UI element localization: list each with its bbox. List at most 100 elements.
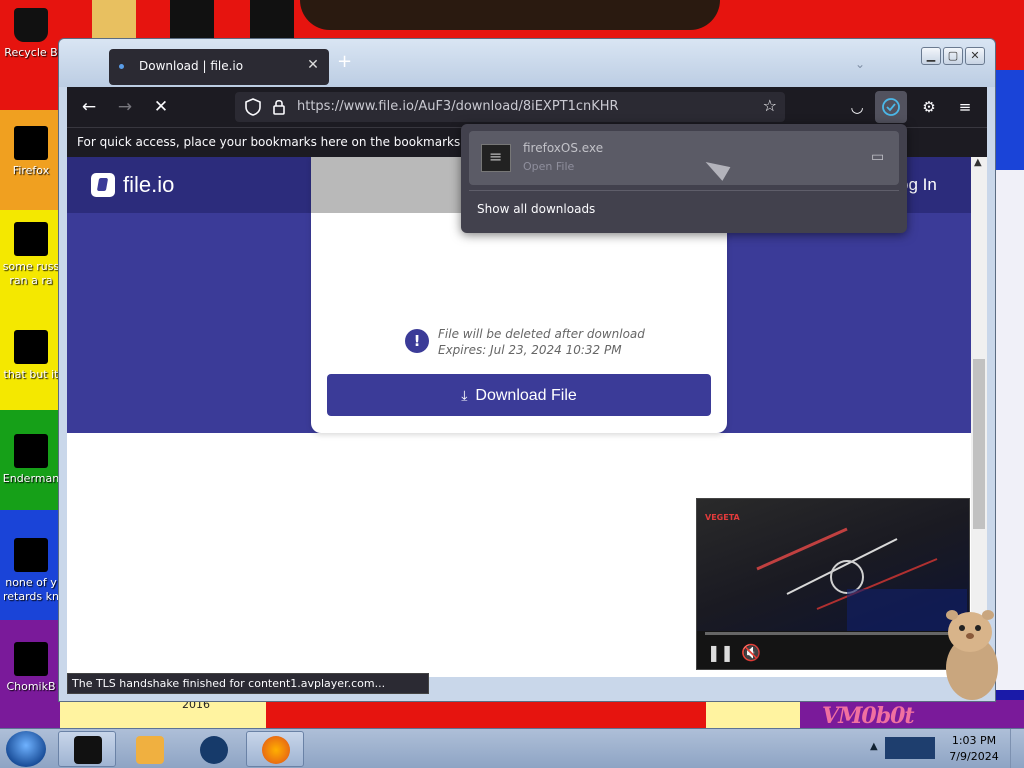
lock-icon[interactable]	[269, 97, 289, 117]
wallpaper-dark-shape	[300, 0, 720, 30]
wallpaper-bottom-red	[266, 700, 706, 728]
file-icon	[14, 330, 48, 364]
downloads-button[interactable]	[875, 91, 907, 123]
desktop-icon-label: Recycle B	[4, 46, 58, 59]
media-player-icon	[136, 736, 164, 764]
app-icon	[74, 736, 102, 764]
desktop-icon-label: Firefox	[12, 164, 50, 177]
taskbar-clock[interactable]: 1:03 PM 7/9/2024	[944, 733, 1004, 765]
show-desktop-button[interactable]	[1010, 729, 1024, 768]
tab-download-file-io[interactable]: Download | file.io ✕	[109, 49, 329, 85]
download-item-firefoxos[interactable]: firefoxOS.exe Open File ▭	[469, 131, 899, 185]
taskbar-app-1[interactable]	[58, 731, 116, 767]
video-progress-bar[interactable]	[705, 632, 963, 635]
app-icon	[14, 434, 48, 468]
show-all-downloads-button[interactable]: Show all downloads	[477, 202, 595, 216]
desktop-icon-recycle-bin[interactable]: Recycle B	[0, 8, 62, 60]
open-containing-folder-icon[interactable]: ▭	[871, 149, 889, 165]
taskbar-globe-app[interactable]	[184, 731, 242, 767]
pause-button[interactable]: ❚❚	[707, 643, 734, 662]
hamster-sticker-image	[946, 610, 998, 700]
bookmark-star-icon[interactable]: ☆	[763, 96, 777, 115]
url-bar[interactable]: https://www.file.io/AuF3/download/8iEXPT…	[235, 92, 785, 122]
desktop-icon-label-line2: ran a ra	[9, 274, 53, 287]
bookmarks-toolbar-message: For quick access, place your bookmarks h…	[77, 135, 524, 149]
forward-button[interactable]: →	[113, 95, 137, 119]
new-tab-button[interactable]: +	[337, 53, 355, 71]
desktop-icon-some-russ[interactable]: some russ ran a ra	[0, 222, 62, 288]
download-file-status: Open File	[523, 160, 575, 173]
back-button[interactable]: ←	[77, 95, 101, 119]
start-button[interactable]	[6, 731, 46, 767]
desktop-icon-label: ChomikB	[6, 680, 56, 693]
scroll-up-arrow-icon[interactable]: ▲	[974, 157, 982, 168]
file-io-logo[interactable]: file.io	[91, 173, 174, 201]
download-complete-icon	[882, 98, 900, 116]
file-io-logo-text: file.io	[123, 172, 175, 197]
tracking-protection-shield-icon[interactable]	[243, 97, 263, 117]
maximize-button[interactable]: ▢	[943, 47, 963, 65]
url-text[interactable]: https://www.file.io/AuF3/download/8iEXPT…	[297, 99, 619, 114]
downloads-panel-divider	[469, 190, 899, 191]
extensions-puzzle-icon[interactable]: ⚙	[917, 95, 941, 119]
wallpaper-vm-text: VM0b0t	[822, 703, 915, 728]
mute-button[interactable]: 🔇	[741, 643, 761, 662]
taskbar-firefox[interactable]	[246, 731, 304, 767]
desktop-icon-label: some russ	[2, 260, 60, 273]
desktop-icon-that-but-it[interactable]: that but it	[0, 330, 62, 382]
download-file-button[interactable]: ⤓ Download File	[327, 374, 711, 416]
tab-title: Download | file.io	[139, 59, 244, 73]
desktop-icon-enderman[interactable]: Enderman	[0, 434, 62, 486]
globe-icon	[200, 736, 228, 764]
firefox-icon	[262, 736, 290, 764]
window-caption-buttons: ▁ ▢ ✕	[919, 47, 985, 67]
bookmarks-message-text: For quick access, place your bookmarks h…	[77, 135, 510, 149]
taskbar: ▲ 1:03 PM 7/9/2024	[0, 728, 1024, 768]
video-frame: VEGETA	[697, 499, 969, 631]
info-alert-icon: !	[405, 329, 429, 353]
desktop-icon-label: none of y	[5, 576, 57, 589]
file-icon	[14, 538, 48, 572]
video-logo: VEGETA	[705, 513, 740, 522]
status-bar: The TLS handshake finished for content1.…	[67, 673, 429, 694]
clock-date: 7/9/2024	[949, 750, 999, 763]
desktop-icon-top-3[interactable]	[250, 0, 294, 40]
clock-time: 1:03 PM	[951, 734, 997, 747]
desktop-icon-folder-top[interactable]	[92, 0, 136, 40]
desktop-icon-firefox[interactable]: Firefox	[0, 126, 62, 178]
wallpaper-seg	[994, 70, 1024, 170]
desktop-icon-chomikbox[interactable]: ChomikB	[0, 642, 62, 694]
file-icon	[14, 222, 48, 256]
firefox-icon	[14, 126, 48, 160]
taskbar-media-player[interactable]	[120, 731, 178, 767]
recycle-bin-icon	[14, 8, 48, 42]
download-file-name: firefoxOS.exe	[523, 141, 604, 155]
desktop-icon-label-line2: retards kn	[3, 590, 59, 603]
stop-loading-button[interactable]: ✕	[149, 95, 173, 119]
show-hidden-icons-button[interactable]: ▲	[870, 741, 878, 752]
url-path: /AuF3/download/8iEXPT1cnKHR	[413, 99, 619, 114]
deletion-notice: File will be deleted after download	[438, 327, 645, 341]
app-icon	[14, 642, 48, 676]
window-titlebar[interactable]: Download | file.io ✕ + ⌄ ▁ ▢ ✕	[59, 39, 995, 87]
download-icon: ⤓	[461, 387, 468, 403]
desktop-icon-label: Enderman	[2, 472, 60, 485]
url-host: https://www.file.io	[297, 99, 414, 114]
system-tray-icons[interactable]	[885, 737, 935, 759]
list-all-tabs-icon[interactable]: ⌄	[855, 57, 865, 71]
close-window-button[interactable]: ✕	[965, 47, 985, 65]
expiry-notice: Expires: Jul 23, 2024 10:32 PM	[438, 343, 622, 357]
page-scrollbar[interactable]: ▲	[971, 157, 987, 677]
pocket-icon[interactable]: ◡	[845, 95, 869, 119]
picture-in-picture-video[interactable]: VEGETA ❚❚ 🔇	[696, 498, 970, 670]
tab-favicon-icon	[119, 64, 124, 69]
tab-close-icon[interactable]: ✕	[305, 57, 321, 75]
minimize-button[interactable]: ▁	[921, 47, 941, 65]
app-menu-hamburger-icon[interactable]: ≡	[953, 95, 977, 119]
desktop-icon-top-2[interactable]	[170, 0, 214, 40]
file-io-logo-icon	[91, 173, 115, 197]
download-file-label: Download File	[475, 387, 577, 404]
desktop-icon-label: that but it	[3, 368, 59, 381]
desktop-icon-none-of-y[interactable]: none of y retards kn	[0, 538, 62, 604]
scrollbar-thumb[interactable]	[973, 359, 985, 529]
